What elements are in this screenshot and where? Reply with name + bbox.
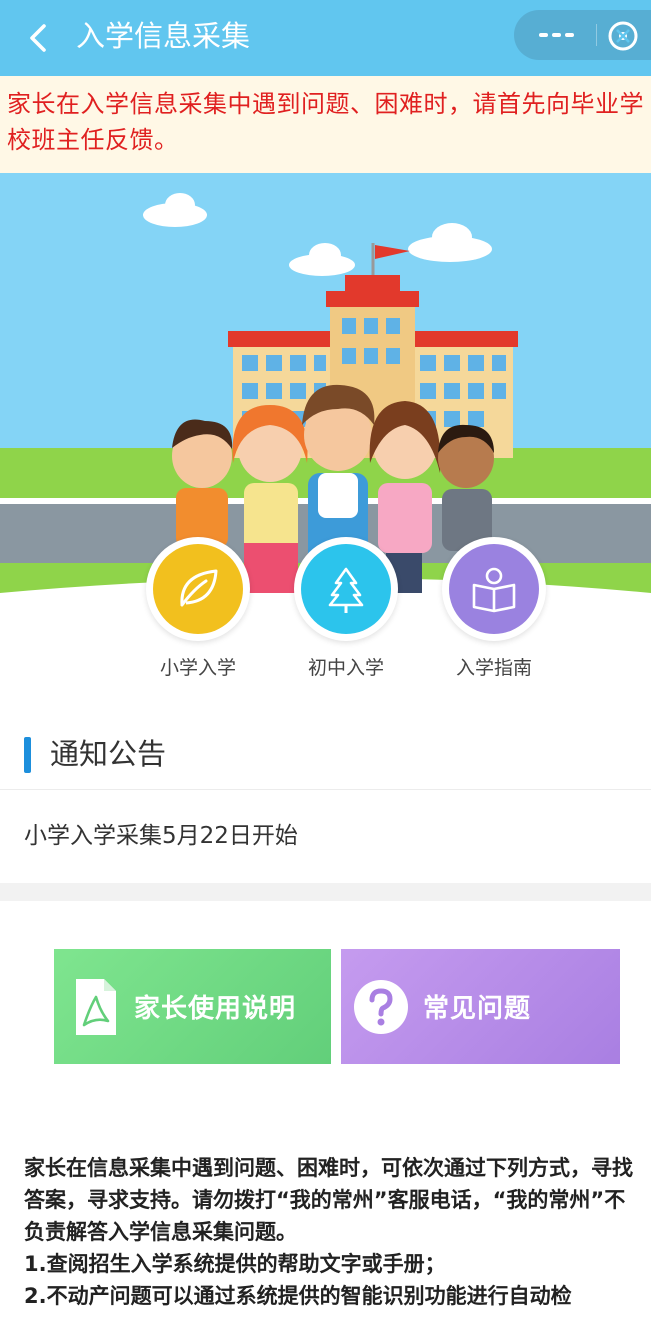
entry-label: 初中入学 [307,657,384,679]
entry-label: 小学入学 [159,657,236,679]
back-button[interactable] [16,16,60,60]
capsule-divider [596,24,597,46]
entry-label: 入学指南 [455,657,532,679]
entry-primary-school[interactable]: 小学入学 [146,537,250,680]
faq-button[interactable]: 常见问题 [341,949,620,1064]
question-circle-icon [354,979,408,1034]
parent-guide-label: 家长使用说明 [134,994,297,1024]
leaf-icon [153,544,243,634]
tree-icon [301,544,391,634]
pdf-file-icon [76,978,116,1035]
help-text: 家长在信息采集中遇到问题、困难时，可依次通过下列方式，寻找答案，寻求支持。请勿拨… [24,1152,634,1312]
help-step: 2.不动产问题可以通过系统提供的智能识别功能进行自动检 [24,1284,572,1308]
entry-circle [442,537,546,641]
entry-circle [294,537,398,641]
reading-icon [449,544,539,634]
faq-label: 常见问题 [423,994,532,1024]
help-paragraph: 家长在信息采集中遇到问题、困难时，可依次通过下列方式，寻找答案，寻求支持。请勿拨… [24,1156,633,1244]
notice-item-text: 小学入学采集5月22日开始 [24,823,298,849]
chevron-left-icon [30,24,46,52]
page-title: 入学信息采集 [76,19,251,53]
more-button[interactable] [536,10,576,60]
section-accent-bar [24,737,31,773]
help-step: 1.查阅招生入学系统提供的帮助文字或手册； [24,1252,446,1276]
notice-section-header: 通知公告 [0,720,651,790]
title-bar: 入学信息采集 [0,0,651,76]
entry-middle-school[interactable]: 初中入学 [294,537,398,680]
notice-item[interactable]: 小学入学采集5月22日开始 [0,791,651,883]
mini-program-capsule [514,10,651,60]
parent-guide-button[interactable]: 家长使用说明 [54,949,331,1064]
section-divider [0,883,651,901]
close-mini-program-button[interactable] [606,19,640,53]
warning-notice: 家长在入学信息采集中遇到问题、困难时，请首先向毕业学校班主任反馈。 [0,76,651,173]
entry-circle [146,537,250,641]
notice-title: 通知公告 [50,737,167,771]
more-dots-icon [538,33,574,37]
close-target-icon [608,21,638,51]
entry-admission-guide[interactable]: 入学指南 [442,537,546,680]
